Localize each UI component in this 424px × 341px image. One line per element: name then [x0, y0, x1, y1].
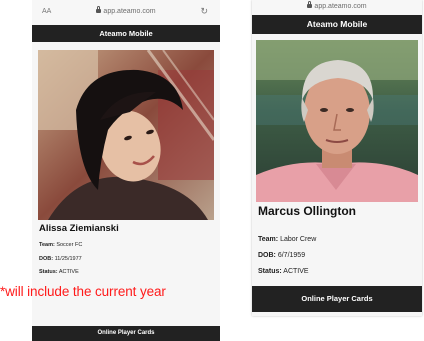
- app-title: Ateamo Mobile: [306, 19, 368, 29]
- player-photo-image: [256, 40, 418, 202]
- url-display[interactable]: app.ateamo.com: [32, 6, 220, 15]
- lock-icon: [96, 6, 102, 13]
- team-value: Soccer FC: [56, 242, 83, 248]
- current-year-annotation: *will include the current year: [0, 284, 166, 299]
- browser-address-bar[interactable]: app.ateamo.com: [252, 0, 422, 14]
- player-name: Alissa Ziemianski: [39, 223, 119, 234]
- reload-icon[interactable]: ↻: [200, 6, 208, 17]
- dob-value: 11/25/1977: [54, 256, 82, 262]
- player-dob: DOB: 6/7/1959: [258, 252, 305, 259]
- status-label: Status:: [258, 268, 282, 275]
- url-text: app.ateamo.com: [103, 8, 156, 15]
- app-header: Ateamo Mobile: [252, 15, 422, 34]
- team-value: Labor Crew: [280, 236, 317, 243]
- online-player-cards-button[interactable]: Online Player Cards: [32, 326, 220, 341]
- player-name: Marcus Ollington: [258, 204, 357, 218]
- status-value: ACTIVE: [283, 268, 309, 275]
- url-display[interactable]: app.ateamo.com: [252, 1, 422, 10]
- team-label: Team:: [39, 242, 55, 248]
- status-label: Status:: [39, 269, 58, 275]
- player-team: Team: Labor Crew: [258, 236, 316, 243]
- player-photo-image: [38, 50, 214, 220]
- player-dob: DOB: 11/25/1977: [39, 256, 82, 262]
- footer-label: Online Player Cards: [97, 330, 155, 336]
- app-header: Ateamo Mobile: [32, 25, 220, 42]
- browser-address-bar[interactable]: AA app.ateamo.com ↻: [32, 0, 220, 24]
- player-team: Team: Soccer FC: [39, 242, 82, 248]
- app-title: Ateamo Mobile: [99, 29, 153, 38]
- team-label: Team:: [258, 236, 279, 243]
- player-status: Status: ACTIVE: [39, 269, 79, 275]
- footer-label: Online Player Cards: [301, 294, 373, 303]
- right-phone-screen: app.ateamo.com Ateamo Mobile Marcus Olli…: [252, 0, 422, 316]
- online-player-cards-button[interactable]: Online Player Cards: [252, 286, 422, 312]
- dob-value: 6/7/1959: [277, 252, 306, 259]
- player-status: Status: ACTIVE: [258, 268, 309, 275]
- player-photo: [256, 40, 418, 202]
- dob-label: DOB:: [258, 252, 276, 259]
- dob-label: DOB:: [39, 256, 54, 262]
- lock-icon: [307, 1, 313, 8]
- status-value: ACTIVE: [58, 269, 79, 275]
- player-photo: [38, 50, 214, 220]
- url-text: app.ateamo.com: [314, 3, 367, 10]
